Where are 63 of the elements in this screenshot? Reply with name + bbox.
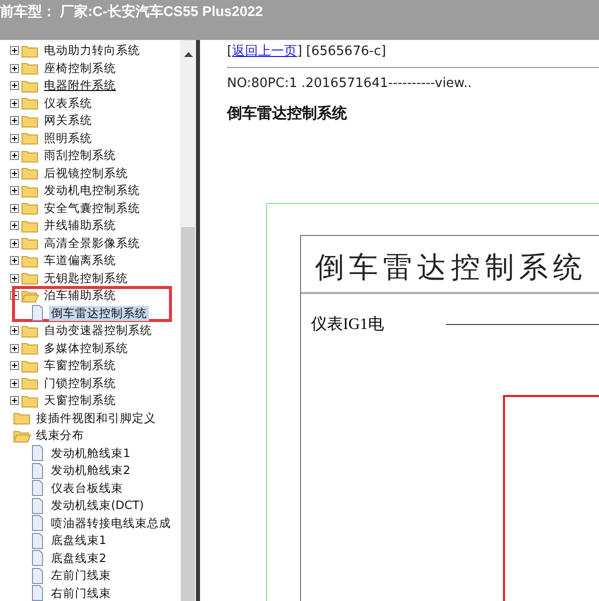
tree-item[interactable]: 照明系统: [42, 130, 94, 146]
tree-item[interactable]: 喷油器转接电线束总成: [49, 516, 173, 531]
tree-item[interactable]: 电动助力转向系统: [42, 43, 142, 58]
tree-item[interactable]: 发动机电控制系统: [42, 183, 142, 198]
tree-item[interactable]: 车道偏离系统: [42, 253, 118, 268]
tree-item[interactable]: 无钥匙控制系统: [42, 270, 130, 286]
tree-item[interactable]: 后视镜控制系统: [42, 166, 130, 181]
expand-icon[interactable]: [10, 116, 19, 126]
tree-item[interactable]: 门锁控制系统: [42, 376, 118, 391]
diagram-label: 仪表IG1电: [311, 314, 384, 335]
document-code: [6565676-c]: [306, 44, 386, 59]
tree-item[interactable]: 电器附件系统: [42, 78, 118, 94]
tree-item[interactable]: 网关系统: [42, 113, 94, 128]
window-title: 前车型： 厂家:C-长安汽车CS55 Plus2022: [0, 3, 263, 21]
tree-item[interactable]: 多媒体控制系统: [42, 340, 130, 356]
tree-item[interactable]: 安全气囊控制系统: [42, 200, 142, 216]
tree-item[interactable]: 天窗控制系统: [42, 393, 118, 408]
scroll-up-icon[interactable]: [184, 52, 192, 57]
tree-item[interactable]: 发动机舱线束1: [49, 446, 132, 461]
back-link[interactable]: 返回上一页: [232, 42, 298, 60]
tree-item[interactable]: 发动机舱线束2: [49, 463, 132, 478]
tree-item[interactable]: 左前门线束: [49, 568, 113, 584]
tree-item[interactable]: 并线辅助系统: [42, 218, 118, 234]
tree-item[interactable]: 仪表系统: [42, 96, 94, 111]
info-text: NO:80PC:1 .2016571641----------view..: [227, 76, 473, 91]
tree-item[interactable]: 自动变速器控制系统: [42, 323, 154, 338]
expand-icon[interactable]: [10, 81, 19, 90]
expand-icon[interactable]: [10, 361, 19, 370]
scroll-thumb[interactable]: [181, 227, 195, 601]
expand-icon[interactable]: [10, 378, 19, 388]
tree-item[interactable]: 车窗控制系统: [42, 358, 118, 374]
expand-icon[interactable]: [10, 46, 19, 56]
expand-icon[interactable]: [10, 134, 19, 143]
page-heading: 倒车雷达控制系统: [227, 104, 348, 123]
expand-icon[interactable]: [10, 168, 19, 178]
expand-icon[interactable]: [10, 221, 19, 230]
tree-item[interactable]: 雨刮控制系统: [42, 148, 118, 164]
tree-item[interactable]: 接插件视图和引脚定义: [34, 410, 158, 426]
expand-icon[interactable]: [10, 98, 19, 108]
expand-icon[interactable]: [10, 204, 19, 213]
tree-item[interactable]: 发动机线束(DCT): [49, 498, 146, 514]
expand-icon[interactable]: [10, 396, 19, 406]
bracket: [: [227, 44, 232, 59]
scrollbar[interactable]: [180, 40, 196, 601]
expand-icon[interactable]: [10, 64, 19, 73]
tree-item[interactable]: 倒车雷达控制系统: [49, 306, 149, 321]
tree-item[interactable]: 仪表台板线束: [49, 480, 125, 496]
expand-icon[interactable]: [10, 326, 19, 336]
tree-item[interactable]: 高清全景影像系统: [42, 236, 142, 251]
tree-item[interactable]: 线束分布: [34, 428, 86, 444]
expand-icon[interactable]: [10, 151, 19, 160]
tree-item[interactable]: 底盘线束1: [49, 533, 108, 548]
tree-item[interactable]: 座椅控制系统: [42, 60, 118, 76]
expand-icon[interactable]: [10, 274, 19, 283]
tree-item[interactable]: 泊车辅助系统: [42, 288, 118, 304]
expand-icon[interactable]: [10, 256, 19, 266]
expand-icon[interactable]: [10, 186, 19, 196]
tree-item[interactable]: 右前门线束: [49, 586, 113, 601]
tree-item[interactable]: 底盘线束2: [49, 550, 108, 566]
expand-icon[interactable]: [10, 344, 19, 353]
expand-icon[interactable]: [10, 238, 19, 248]
diagram-title: 倒车雷达控制系统: [301, 236, 599, 294]
bracket: ]: [297, 44, 302, 59]
